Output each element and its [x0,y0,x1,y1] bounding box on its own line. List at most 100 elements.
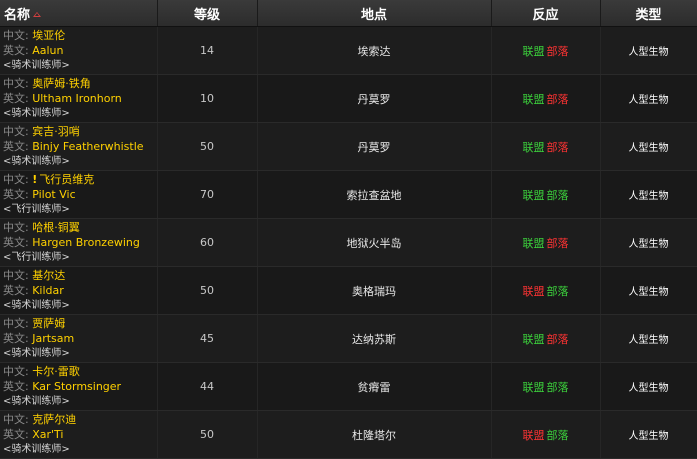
npc-name-english-link[interactable]: Binjy Featherwhistle [32,140,143,153]
location-cell: 索拉查盆地 [257,170,492,219]
npc-name-english-link[interactable]: Hargen Bronzewing [32,236,140,249]
english-label: 英文: [3,44,33,57]
chinese-label: 中文: [3,221,33,234]
npc-name-chinese-link[interactable]: 哈根·铜翼 [32,221,80,234]
npc-name-english-link[interactable]: Pilot Vic [32,188,75,201]
table-row[interactable]: 中文: 贾萨姆 英文: Jartsam <骑术训练师> 45 达纳苏斯 联盟 部落 人型生物 [0,314,697,363]
level-cell: 10 [157,74,258,123]
level-cell: 44 [157,362,258,411]
chinese-label: 中文: [3,29,33,42]
npc-name-english-link[interactable]: Aalun [32,44,63,57]
horde-reaction: 部落 [546,44,569,58]
type-cell: 人型生物 [600,362,697,411]
sort-ascending-icon[interactable] [33,11,42,17]
reaction-cell: 联盟 部落 [491,26,601,75]
name-cell: 中文: 奥萨姆·铁角 英文: Ultham Ironhorn <骑术训练师> [0,74,158,123]
npc-title: <骑术训练师> [3,396,70,407]
location-link[interactable]: 杜隆塔尔 [352,429,396,442]
npc-name-english-link[interactable]: Xar'Ti [32,428,63,441]
column-header-name[interactable]: 名称 [0,0,158,27]
location-cell: 丹莫罗 [257,74,492,123]
type-cell: 人型生物 [600,314,697,363]
horde-reaction: 部落 [546,380,569,394]
column-header-level[interactable]: 等级 [157,0,258,27]
npc-title: <骑术训练师> [3,156,70,167]
english-label: 英文: [3,428,33,441]
location-link[interactable]: 索拉查盆地 [347,189,402,202]
name-cell: 中文: 卡尔·雷歌 英文: Kar Stormsinger <骑术训练师> [0,362,158,411]
alliance-reaction: 联盟 [522,140,545,154]
horde-reaction: 部落 [546,236,569,250]
location-link[interactable]: 奥格瑞玛 [352,285,396,298]
location-cell: 达纳苏斯 [257,314,492,363]
table-row[interactable]: 中文: 宾吉·羽哨 英文: Binjy Featherwhistle <骑术训练师>… [0,122,697,171]
location-link[interactable]: 达纳苏斯 [352,333,396,346]
column-header-name-label: 名称 [4,7,31,23]
npc-name-chinese-link[interactable]: 埃亚伦 [32,29,65,42]
location-cell: 埃索达 [257,26,492,75]
type-cell: 人型生物 [600,266,697,315]
alliance-reaction: 联盟 [522,236,545,250]
location-link[interactable]: 丹莫罗 [358,93,391,106]
english-label: 英文: [3,332,33,345]
npc-name-english-link[interactable]: Kildar [32,284,64,297]
alliance-reaction: 联盟 [522,284,545,298]
alliance-reaction: 联盟 [522,92,545,106]
npc-name-english-link[interactable]: Jartsam [32,332,74,345]
npc-name-english-link[interactable]: Ultham Ironhorn [32,92,122,105]
table-row[interactable]: 中文: 奥萨姆·铁角 英文: Ultham Ironhorn <骑术训练师> 10 丹莫… [0,74,697,123]
location-link[interactable]: 丹莫罗 [358,141,391,154]
table-row[interactable]: 中文: 基尔达 英文: Kildar <骑术训练师> 50 奥格瑞玛 联盟 部落 人型生物 [0,266,697,315]
level-cell: 45 [157,314,258,363]
level-cell: 70 [157,170,258,219]
npc-name-chinese-link[interactable]: 飞行员维克 [39,173,94,186]
type-cell: 人型生物 [600,74,697,123]
column-header-type[interactable]: 类型 [600,0,697,27]
table-row[interactable]: 中文: 克萨尔迪 英文: Xar'Ti <骑术训练师> 50 杜隆塔尔 联盟 部落 人型生物 [0,410,697,459]
type-cell: 人型生物 [600,170,697,219]
table-row[interactable]: 中文: 哈根·铜翼英文: Hargen Bronzewing <飞行训练师> 60 地… [0,218,697,267]
english-label: 英文: [3,380,33,393]
location-cell: 贫瘠雷 [257,362,492,411]
location-cell: 杜隆塔尔 [257,410,492,459]
table-row[interactable]: 中文: ! 飞行员维克 英文: Pilot Vic <飞行训练师> 70 索拉查盆地 联盟部… [0,170,697,219]
npc-title: <飞行训练师> [3,252,70,263]
english-label: 英文: [3,236,33,249]
horde-reaction: 部落 [546,428,569,442]
table-row[interactable]: 中文: 卡尔·雷歌 英文: Kar Stormsinger <骑术训练师> 44 贫瘠雷… [0,362,697,411]
column-header-location[interactable]: 地点 [257,0,492,27]
name-cell: 中文: 哈根·铜翼英文: Hargen Bronzewing <飞行训练师> [0,218,158,267]
reaction-cell: 联盟 部落 [491,74,601,123]
npc-name-chinese-link[interactable]: 克萨尔迪 [32,413,76,426]
location-link[interactable]: 贫瘠雷 [358,381,391,394]
npc-title: <骑术训练师> [3,108,70,119]
npc-title: <骑术训练师> [3,444,70,455]
horde-reaction: 部落 [546,140,569,154]
alliance-reaction: 联盟 [522,428,545,442]
horde-reaction: 部落 [546,284,569,298]
location-link[interactable]: 地狱火半岛 [347,237,402,250]
level-cell: 14 [157,26,258,75]
quest-exclamation-icon[interactable]: ! [32,172,37,187]
npc-title: <骑术训练师> [3,300,70,311]
reaction-cell: 联盟 部落 [491,362,601,411]
column-header-reaction[interactable]: 反应 [491,0,601,27]
type-cell: 人型生物 [600,122,697,171]
reaction-cell: 联盟 部落 [491,122,601,171]
npc-name-chinese-link[interactable]: 贾萨姆 [32,317,65,330]
npc-name-chinese-link[interactable]: 卡尔·雷歌 [32,365,80,378]
npc-name-chinese-link[interactable]: 基尔达 [32,269,65,282]
location-cell: 丹莫罗 [257,122,492,171]
level-cell: 60 [157,218,258,267]
table-row[interactable]: 中文: 埃亚伦 英文: Aalun <骑术训练师> 14 埃索达 联盟 部落 人型生物 [0,26,697,75]
chinese-label: 中文: [3,269,33,282]
npc-name-english-link[interactable]: Kar Stormsinger [32,380,121,393]
npc-name-chinese-link[interactable]: 奥萨姆·铁角 [32,77,91,90]
english-label: 英文: [3,284,33,297]
npc-name-chinese-link[interactable]: 宾吉·羽哨 [32,125,80,138]
location-link[interactable]: 埃索达 [358,45,391,58]
name-cell: 中文: 埃亚伦 英文: Aalun <骑术训练师> [0,26,158,75]
type-cell: 人型生物 [600,410,697,459]
reaction-cell: 联盟 部落 [491,170,601,219]
location-cell: 地狱火半岛 [257,218,492,267]
